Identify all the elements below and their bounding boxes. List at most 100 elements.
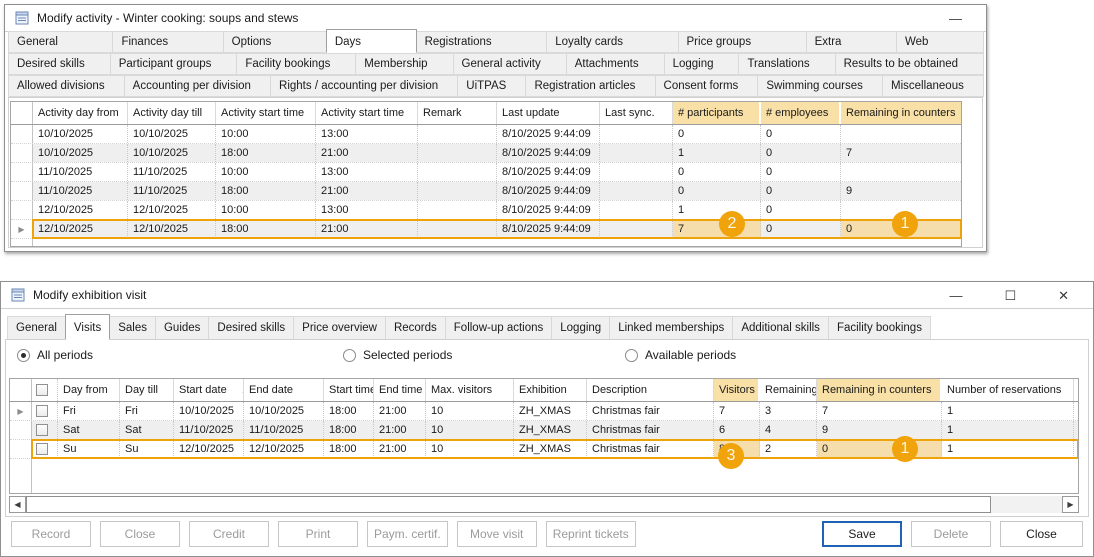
column-header[interactable]: Day from [58,379,120,401]
tab[interactable]: Allowed divisions [8,75,125,97]
table-row[interactable]: 10/10/202510/10/202510:0013:008/10/2025 … [11,125,961,144]
tab[interactable]: Follow-up actions [445,316,552,340]
tab[interactable]: Rights / accounting per division [270,75,458,97]
tab[interactable]: Price overview [293,316,386,340]
tab[interactable]: Finances [112,31,223,53]
row-checkbox[interactable] [36,443,48,455]
column-header[interactable]: Activity day from [33,102,128,124]
tab[interactable]: Records [385,316,446,340]
column-header[interactable]: Visitors [714,379,760,401]
column-header[interactable]: End date [244,379,324,401]
tab[interactable]: Results to be obtained [835,53,984,75]
save-button[interactable]: Save [822,521,902,547]
tab[interactable]: Participant groups [110,53,238,75]
tab[interactable]: Desired skills [8,53,111,75]
table-cell: 8/10/2025 9:44:09 [497,201,600,219]
tab[interactable]: Price groups [678,31,807,53]
tab[interactable]: UiTPAS [457,75,526,97]
row-selector-gutter [10,379,32,401]
close-icon[interactable]: ✕ [1058,289,1069,302]
tab[interactable]: General [7,316,66,340]
scroll-right-icon[interactable]: ▶ [1062,496,1079,513]
minimize-icon[interactable]: — [949,12,962,25]
column-header[interactable]: Day till [120,379,174,401]
column-header[interactable]: Max. visitors [426,379,514,401]
scroll-left-icon[interactable]: ◀ [9,496,26,513]
tab[interactable]: Logging [551,316,610,340]
print-button[interactable]: Print [278,521,358,547]
title-bar[interactable]: Modify exhibition visit —☐✕ [1,282,1093,309]
tab[interactable]: Extra [806,31,897,53]
radio-selected-periods[interactable]: Selected periods [343,348,452,362]
tab[interactable]: Days [326,29,417,53]
tab[interactable]: Consent forms [655,75,759,97]
move-visit-button[interactable]: Move visit [457,521,537,547]
maximize-icon[interactable]: ☐ [1004,289,1016,302]
credit-button[interactable]: Credit [189,521,269,547]
scrollbar-thumb[interactable] [26,496,991,513]
delete-button[interactable]: Delete [911,521,991,547]
column-header[interactable]: Last sync. [600,102,673,124]
table-row[interactable]: ▶ FriFri10/10/202510/10/202518:0021:0010… [10,402,1078,421]
title-bar[interactable]: Modify activity - Winter cooking: soups … [5,5,986,32]
table-row[interactable]: 12/10/202512/10/202510:0013:008/10/2025 … [11,201,961,220]
column-header[interactable]: Remaining in counters [841,102,962,124]
tab[interactable]: Sales [109,316,156,340]
minimize-icon[interactable]: — [949,289,962,302]
payment-certificate-button[interactable]: Paym. certif. [367,521,448,547]
tab[interactable]: Loyalty cards [546,31,678,53]
tab[interactable]: Linked memberships [609,316,733,340]
column-header[interactable]: End time [374,379,426,401]
tab[interactable]: General activity [453,53,567,75]
tab[interactable]: Options [223,31,327,53]
column-header[interactable]: # employees [761,102,841,124]
tab[interactable]: Miscellaneous [882,75,984,97]
tab[interactable]: Facility bookings [236,53,356,75]
tab[interactable]: Desired skills [208,316,294,340]
column-header[interactable]: Start time [324,379,374,401]
table-cell: 1 [673,144,761,162]
horizontal-scrollbar[interactable]: ◀ ▶ [9,496,1079,513]
tab[interactable]: Visits [65,314,110,340]
column-header[interactable]: Activity day till [128,102,216,124]
table-row[interactable]: 10/10/202510/10/202518:0021:008/10/2025 … [11,144,961,163]
tab[interactable]: Logging [664,53,740,75]
table-row[interactable]: SatSat11/10/202511/10/202518:0021:0010ZH… [10,421,1078,440]
column-header[interactable]: Start date▲ [174,379,244,401]
column-header[interactable]: Exhibition [514,379,587,401]
column-header[interactable]: Activity start time [316,102,418,124]
reprint-tickets-button[interactable]: Reprint tickets [546,521,636,547]
table-row[interactable]: ▶ 12/10/202512/10/202518:0021:008/10/202… [11,220,961,239]
close-button[interactable]: Close [100,521,180,547]
tab[interactable]: Membership [355,53,453,75]
table-cell: Christmas fair [587,402,714,420]
tab[interactable]: Facility bookings [828,316,931,340]
tab[interactable]: Accounting per division [124,75,271,97]
select-all-checkbox[interactable] [36,384,48,396]
tab[interactable]: Guides [155,316,209,340]
tab[interactable]: Additional skills [732,316,829,340]
tab[interactable]: Translations [738,53,835,75]
column-header[interactable]: Activity start time [216,102,316,124]
radio-available-periods[interactable]: Available periods [625,348,736,362]
table-row[interactable]: 11/10/202511/10/202510:0013:008/10/2025 … [11,163,961,182]
column-header[interactable]: Number of reservations [942,379,1074,401]
radio-all-periods[interactable]: All periods [17,348,93,362]
tab[interactable]: Swimming courses [757,75,883,97]
column-header[interactable]: Remark [418,102,497,124]
column-header[interactable]: Remaining [760,379,817,401]
table-row[interactable]: 11/10/202511/10/202518:0021:008/10/2025 … [11,182,961,201]
close-window-button[interactable]: Close [1000,521,1083,547]
record-button[interactable]: Record [11,521,91,547]
tab[interactable]: General [8,31,113,53]
tab[interactable]: Web [896,31,984,53]
row-checkbox[interactable] [36,405,48,417]
row-checkbox[interactable] [36,424,48,436]
column-header[interactable]: Description [587,379,714,401]
column-header[interactable]: Remaining in counters [817,379,942,401]
tab[interactable]: Registrations [416,31,548,53]
column-header[interactable]: # participants [673,102,761,124]
tab[interactable]: Registration articles [525,75,655,97]
tab[interactable]: Attachments [566,53,665,75]
column-header[interactable]: Last update [497,102,600,124]
